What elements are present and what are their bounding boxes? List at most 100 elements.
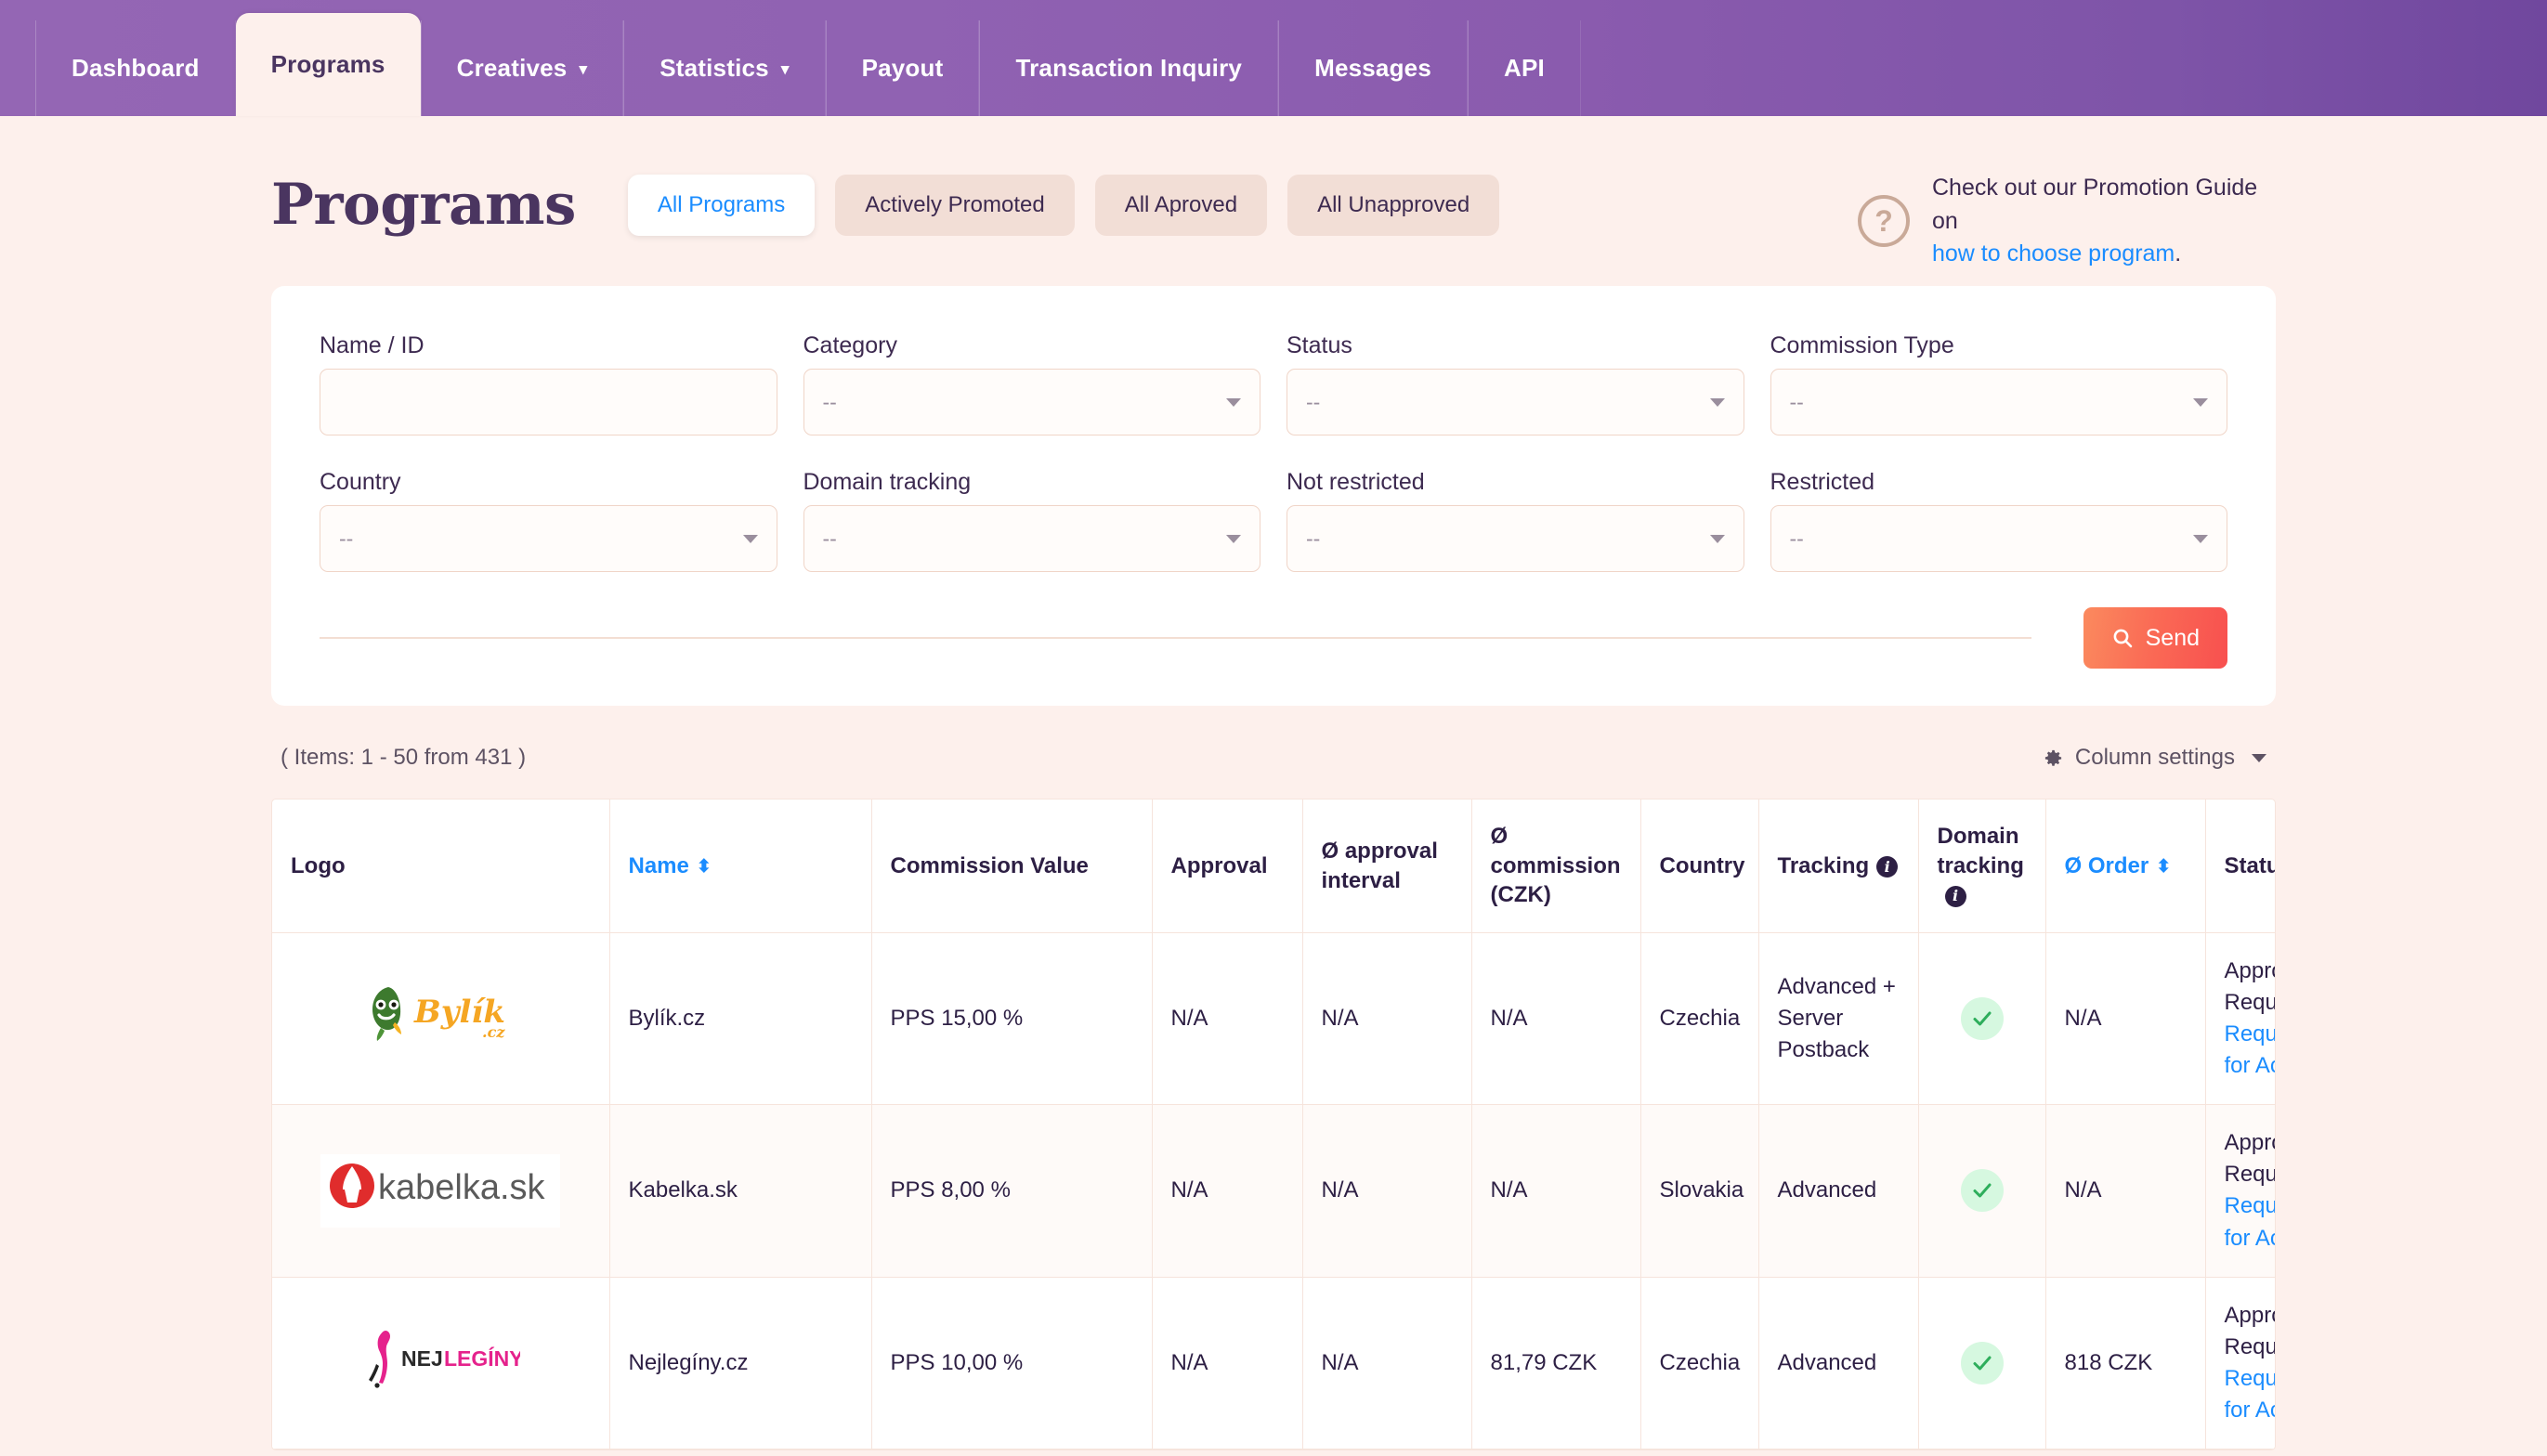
cell-avg-commission: 81,79 CZK bbox=[1471, 1277, 1641, 1450]
filter-value: -- bbox=[1306, 389, 1321, 414]
nav-item-messages[interactable]: Messages bbox=[1278, 20, 1468, 116]
table-row: kabelka.sk Kabelka.sk PPS 8,00 % N/A N/A… bbox=[272, 1104, 2276, 1278]
filter-value: -- bbox=[1789, 389, 1804, 414]
send-button[interactable]: Send bbox=[2083, 607, 2227, 669]
how-to-choose-program-link[interactable]: how to choose program bbox=[1932, 240, 2175, 266]
table-row: NEJ LEGÍNY Nejlegíny.cz PPS 10,00 % N/A … bbox=[272, 1277, 2276, 1450]
status-text: Approval Required bbox=[2224, 1302, 2276, 1359]
programs-table-container: Logo Name ⬍ Commission Value Approval Ø a… bbox=[271, 799, 2276, 1450]
status-text: Approval Required bbox=[2224, 958, 2276, 1016]
filter-field-category: Category -- bbox=[803, 319, 1260, 450]
avatar[interactable]: Bylík .cz bbox=[353, 976, 529, 1062]
column-settings-label: Column settings bbox=[2074, 745, 2235, 770]
filter-field-restricted: Restricted -- bbox=[1770, 456, 2227, 587]
request-for-access-link[interactable]: Request for Access bbox=[2225, 1366, 2276, 1423]
col-header-approval-interval: Ø approval interval bbox=[1302, 800, 1472, 934]
cell-avg-commission: N/A bbox=[1471, 932, 1641, 1106]
nejleginy-logo-icon: NEJ LEGÍNY bbox=[369, 1330, 524, 1388]
svg-text:kabelka.sk: kabelka.sk bbox=[378, 1168, 546, 1207]
cell-status: Approval Required Request for Access bbox=[2205, 1104, 2276, 1278]
main-navbar: Dashboard Programs Creatives ▾ Statistic… bbox=[0, 0, 2547, 116]
restricted-select[interactable]: -- bbox=[1770, 505, 2227, 572]
programs-table: Logo Name ⬍ Commission Value Approval Ø a… bbox=[272, 800, 2276, 1450]
category-select[interactable]: -- bbox=[803, 369, 1260, 436]
nav-label: Statistics bbox=[660, 54, 769, 82]
bylik-logo-icon: Bylík .cz bbox=[372, 987, 506, 1042]
page-header: Programs All Programs Actively Promoted … bbox=[271, 116, 2276, 266]
cell-status: Approval Required Request for Access bbox=[2205, 932, 2276, 1106]
col-label: Status bbox=[2224, 852, 2276, 878]
request-for-access-link[interactable]: Request for Access bbox=[2225, 1021, 2276, 1078]
table-body: Bylík .cz Bylík.cz PPS 15,00 % N/A N/A N… bbox=[272, 932, 2276, 1450]
sort-icon: ⬍ bbox=[696, 856, 712, 877]
cell-avg-order: N/A bbox=[2045, 1104, 2206, 1278]
chevron-down-icon bbox=[1226, 534, 1241, 543]
cell-approval-interval: N/A bbox=[1302, 1104, 1472, 1278]
table-row: Bylík .cz Bylík.cz PPS 15,00 % N/A N/A N… bbox=[272, 932, 2276, 1106]
tab-all-approved[interactable]: All Aproved bbox=[1094, 174, 1268, 236]
question-mark-circle-icon: ? bbox=[1858, 195, 1910, 248]
svg-text:NEJ: NEJ bbox=[401, 1346, 443, 1371]
country-select[interactable]: -- bbox=[320, 505, 777, 572]
col-label: Ø Order bbox=[2064, 852, 2149, 878]
request-for-access-link[interactable]: Request for Access bbox=[2225, 1193, 2276, 1250]
filter-label: Domain tracking bbox=[803, 469, 972, 495]
cell-tracking: Advanced bbox=[1758, 1104, 1919, 1278]
filter-label: Name / ID bbox=[320, 332, 424, 358]
page-title: Programs bbox=[271, 172, 576, 238]
status-select[interactable]: -- bbox=[1287, 369, 1744, 436]
col-label: Logo bbox=[291, 852, 346, 878]
col-label: Country bbox=[1659, 852, 1745, 878]
chevron-down-icon: ▾ bbox=[579, 60, 588, 78]
program-filter-tabs: All Programs Actively Promoted All Aprov… bbox=[627, 174, 1500, 236]
nav-item-dashboard[interactable]: Dashboard bbox=[35, 20, 236, 116]
nav-item-programs[interactable]: Programs bbox=[235, 13, 421, 116]
column-settings-button[interactable]: Column settings bbox=[2043, 745, 2266, 771]
nav-label: Messages bbox=[1314, 54, 1431, 82]
info-icon[interactable]: i bbox=[1876, 855, 1899, 878]
col-header-domain-tracking: Domain tracking i bbox=[1918, 800, 2046, 934]
nav-item-statistics[interactable]: Statistics ▾ bbox=[623, 20, 826, 116]
nav-item-transaction-inquiry[interactable]: Transaction Inquiry bbox=[979, 20, 1279, 116]
col-label: Name bbox=[628, 852, 689, 878]
cell-avg-commission: N/A bbox=[1471, 1104, 1641, 1278]
items-count: ( Items: 1 - 50 from 431 ) bbox=[281, 745, 527, 770]
nav-item-creatives[interactable]: Creatives ▾ bbox=[420, 20, 624, 116]
cell-avg-order: 818 CZK bbox=[2045, 1277, 2206, 1450]
filter-label: Country bbox=[320, 469, 401, 495]
cell-approval-interval: N/A bbox=[1302, 1277, 1472, 1450]
nav-label: Dashboard bbox=[72, 54, 200, 82]
info-icon[interactable]: i bbox=[1944, 885, 1966, 907]
filter-grid: Name / ID Category -- Status -- Commissi… bbox=[320, 319, 2227, 587]
divider bbox=[320, 637, 2031, 639]
avatar[interactable]: kabelka.sk bbox=[320, 1154, 561, 1228]
tab-actively-promoted[interactable]: Actively Promoted bbox=[835, 174, 1075, 236]
domain-tracking-select[interactable]: -- bbox=[803, 505, 1260, 572]
filter-field-not-restricted: Not restricted -- bbox=[1287, 456, 1744, 587]
filter-label: Status bbox=[1287, 332, 1352, 358]
commission-type-select[interactable]: -- bbox=[1770, 369, 2227, 436]
filter-footer: Send bbox=[320, 607, 2227, 669]
not-restricted-select[interactable]: -- bbox=[1287, 505, 1744, 572]
search-input[interactable] bbox=[320, 369, 777, 436]
nav-item-api[interactable]: API bbox=[1468, 20, 1581, 116]
avatar[interactable]: NEJ LEGÍNY bbox=[357, 1322, 525, 1403]
col-header-approval: Approval bbox=[1152, 800, 1303, 934]
send-label: Send bbox=[2145, 624, 2200, 651]
cell-domain-tracking bbox=[1918, 932, 2046, 1106]
tab-label: All Aproved bbox=[1124, 191, 1238, 217]
status-badge bbox=[1960, 1169, 2004, 1213]
tab-all-programs[interactable]: All Programs bbox=[627, 174, 816, 236]
col-header-avg-order[interactable]: Ø Order ⬍ bbox=[2045, 800, 2206, 934]
tab-all-unapproved[interactable]: All Unapproved bbox=[1287, 174, 1500, 236]
filter-label: Restricted bbox=[1770, 469, 1875, 495]
nav-item-payout[interactable]: Payout bbox=[825, 20, 980, 116]
page-content: Programs All Programs Actively Promoted … bbox=[0, 116, 2547, 1450]
table-meta-row: ( Items: 1 - 50 from 431 ) Column settin… bbox=[271, 706, 2276, 799]
chevron-down-icon bbox=[2193, 534, 2208, 543]
cell-approval: N/A bbox=[1152, 1277, 1303, 1450]
cell-logo: kabelka.sk bbox=[272, 1104, 610, 1278]
sort-icon: ⬍ bbox=[2156, 856, 2172, 877]
col-header-name[interactable]: Name ⬍ bbox=[609, 800, 872, 934]
nav-label: Payout bbox=[861, 54, 944, 82]
